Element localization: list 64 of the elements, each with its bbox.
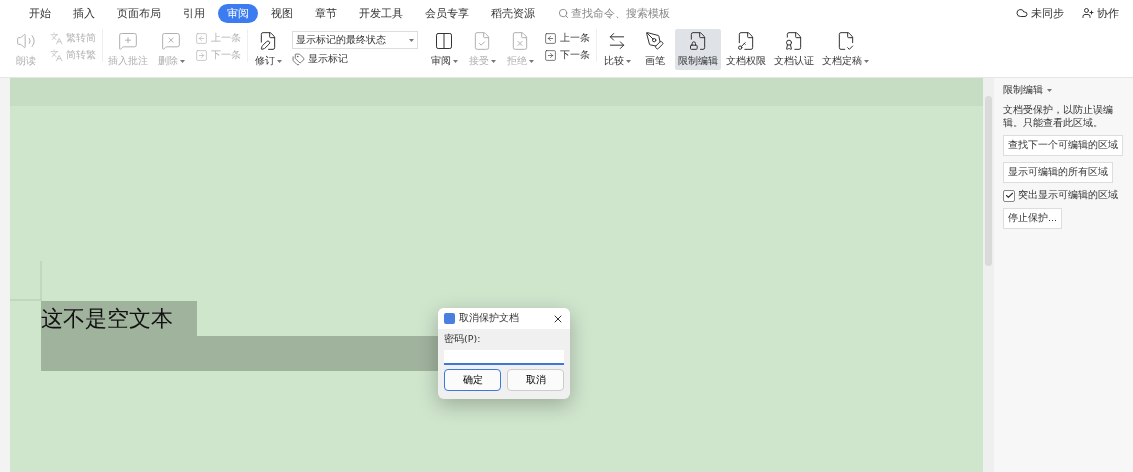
markup-dropdown[interactable]: 显示标记的最终状态 bbox=[292, 31, 418, 49]
pen-icon bbox=[645, 31, 665, 51]
ribbon-button[interactable]: 限制编辑 bbox=[675, 29, 721, 70]
caret-icon bbox=[1047, 89, 1052, 92]
cloud-icon bbox=[1016, 7, 1028, 19]
dialog-button[interactable]: 确定 bbox=[444, 369, 501, 391]
characters-icon bbox=[50, 48, 63, 62]
ribbon-button[interactable]: 审阅 bbox=[426, 29, 462, 70]
ribbon-button[interactable]: 下一条 bbox=[544, 48, 590, 62]
speaker-icon bbox=[16, 31, 36, 51]
panel-button[interactable]: 查找下一个可编辑的区域 bbox=[1003, 135, 1123, 156]
password-field[interactable] bbox=[444, 350, 564, 365]
menu-tab[interactable]: 开发工具 bbox=[350, 3, 412, 23]
ribbon-button[interactable]: 上一条 bbox=[544, 31, 590, 45]
menu-tab[interactable]: 开始 bbox=[20, 3, 60, 23]
arrows-icon bbox=[607, 31, 627, 51]
document-x-icon bbox=[510, 31, 530, 51]
tags-icon bbox=[292, 52, 305, 66]
document-key-icon bbox=[736, 31, 756, 51]
ribbon-button[interactable]: 显示标记 bbox=[292, 52, 418, 66]
arrow-right-icon bbox=[195, 48, 208, 62]
menu-tab[interactable]: 会员专享 bbox=[416, 3, 478, 23]
document-text: 这不是空文本 bbox=[41, 301, 197, 336]
ribbon-button[interactable]: 比较 bbox=[599, 29, 635, 70]
field-label: 密码(P): bbox=[444, 333, 482, 346]
comment-x-icon bbox=[161, 31, 181, 51]
menu-tab[interactable]: 稻壳资源 bbox=[482, 3, 544, 23]
menu-tab[interactable]: 审阅 bbox=[218, 3, 258, 23]
ribbon-button[interactable]: 文档认证 bbox=[771, 29, 817, 70]
crop-mark-icon bbox=[10, 261, 42, 301]
comment-plus-icon bbox=[118, 31, 138, 51]
characters-icon bbox=[50, 31, 63, 45]
menu-tab[interactable]: 章节 bbox=[306, 3, 346, 23]
document-lock-icon bbox=[688, 31, 708, 51]
caret-icon bbox=[409, 38, 414, 42]
menu-tab[interactable]: 视图 bbox=[262, 3, 302, 23]
arrow-right-icon bbox=[544, 48, 557, 62]
document-check-icon bbox=[472, 31, 492, 51]
search-icon bbox=[558, 7, 569, 19]
menu-tab[interactable]: 引用 bbox=[174, 3, 214, 23]
dialog-title: 取消保护文档 bbox=[459, 312, 519, 325]
add-user-icon bbox=[1082, 7, 1094, 19]
panel-button[interactable]: 显示可编辑的所有区域 bbox=[1003, 162, 1113, 183]
arrow-left-icon bbox=[544, 31, 557, 45]
collaborate-button[interactable]: 协作 bbox=[1082, 5, 1119, 21]
sync-status[interactable]: 未同步 bbox=[1016, 5, 1064, 21]
search-field[interactable]: 查找命令、搜索模板 bbox=[558, 5, 670, 21]
checkbox-label: 突出显示可编辑的区域 bbox=[1018, 189, 1118, 202]
app-logo-icon bbox=[444, 313, 455, 324]
ribbon-button[interactable]: 文档权限 bbox=[723, 29, 769, 70]
ribbon-button[interactable]: 画笔 bbox=[637, 29, 673, 70]
checkbox[interactable] bbox=[1003, 189, 1015, 202]
ribbon-button[interactable]: 修订 bbox=[250, 29, 286, 70]
panel-description: 文档受保护，以防止误编辑。只能查看此区域。 bbox=[1003, 103, 1114, 129]
arrow-left-icon bbox=[195, 31, 208, 45]
columns-icon bbox=[434, 31, 454, 51]
document-badge-icon bbox=[784, 31, 804, 51]
document-pen-icon bbox=[258, 31, 278, 51]
ribbon-button[interactable]: 文档定稿 bbox=[819, 29, 872, 70]
menu-tab[interactable]: 页面布局 bbox=[108, 3, 170, 23]
menu-tab[interactable]: 插入 bbox=[64, 3, 104, 23]
dialog-button[interactable]: 取消 bbox=[507, 369, 564, 391]
panel-title[interactable]: 限制编辑 bbox=[1003, 84, 1043, 97]
stop-protection-button[interactable]: 停止保护... bbox=[1003, 208, 1063, 229]
